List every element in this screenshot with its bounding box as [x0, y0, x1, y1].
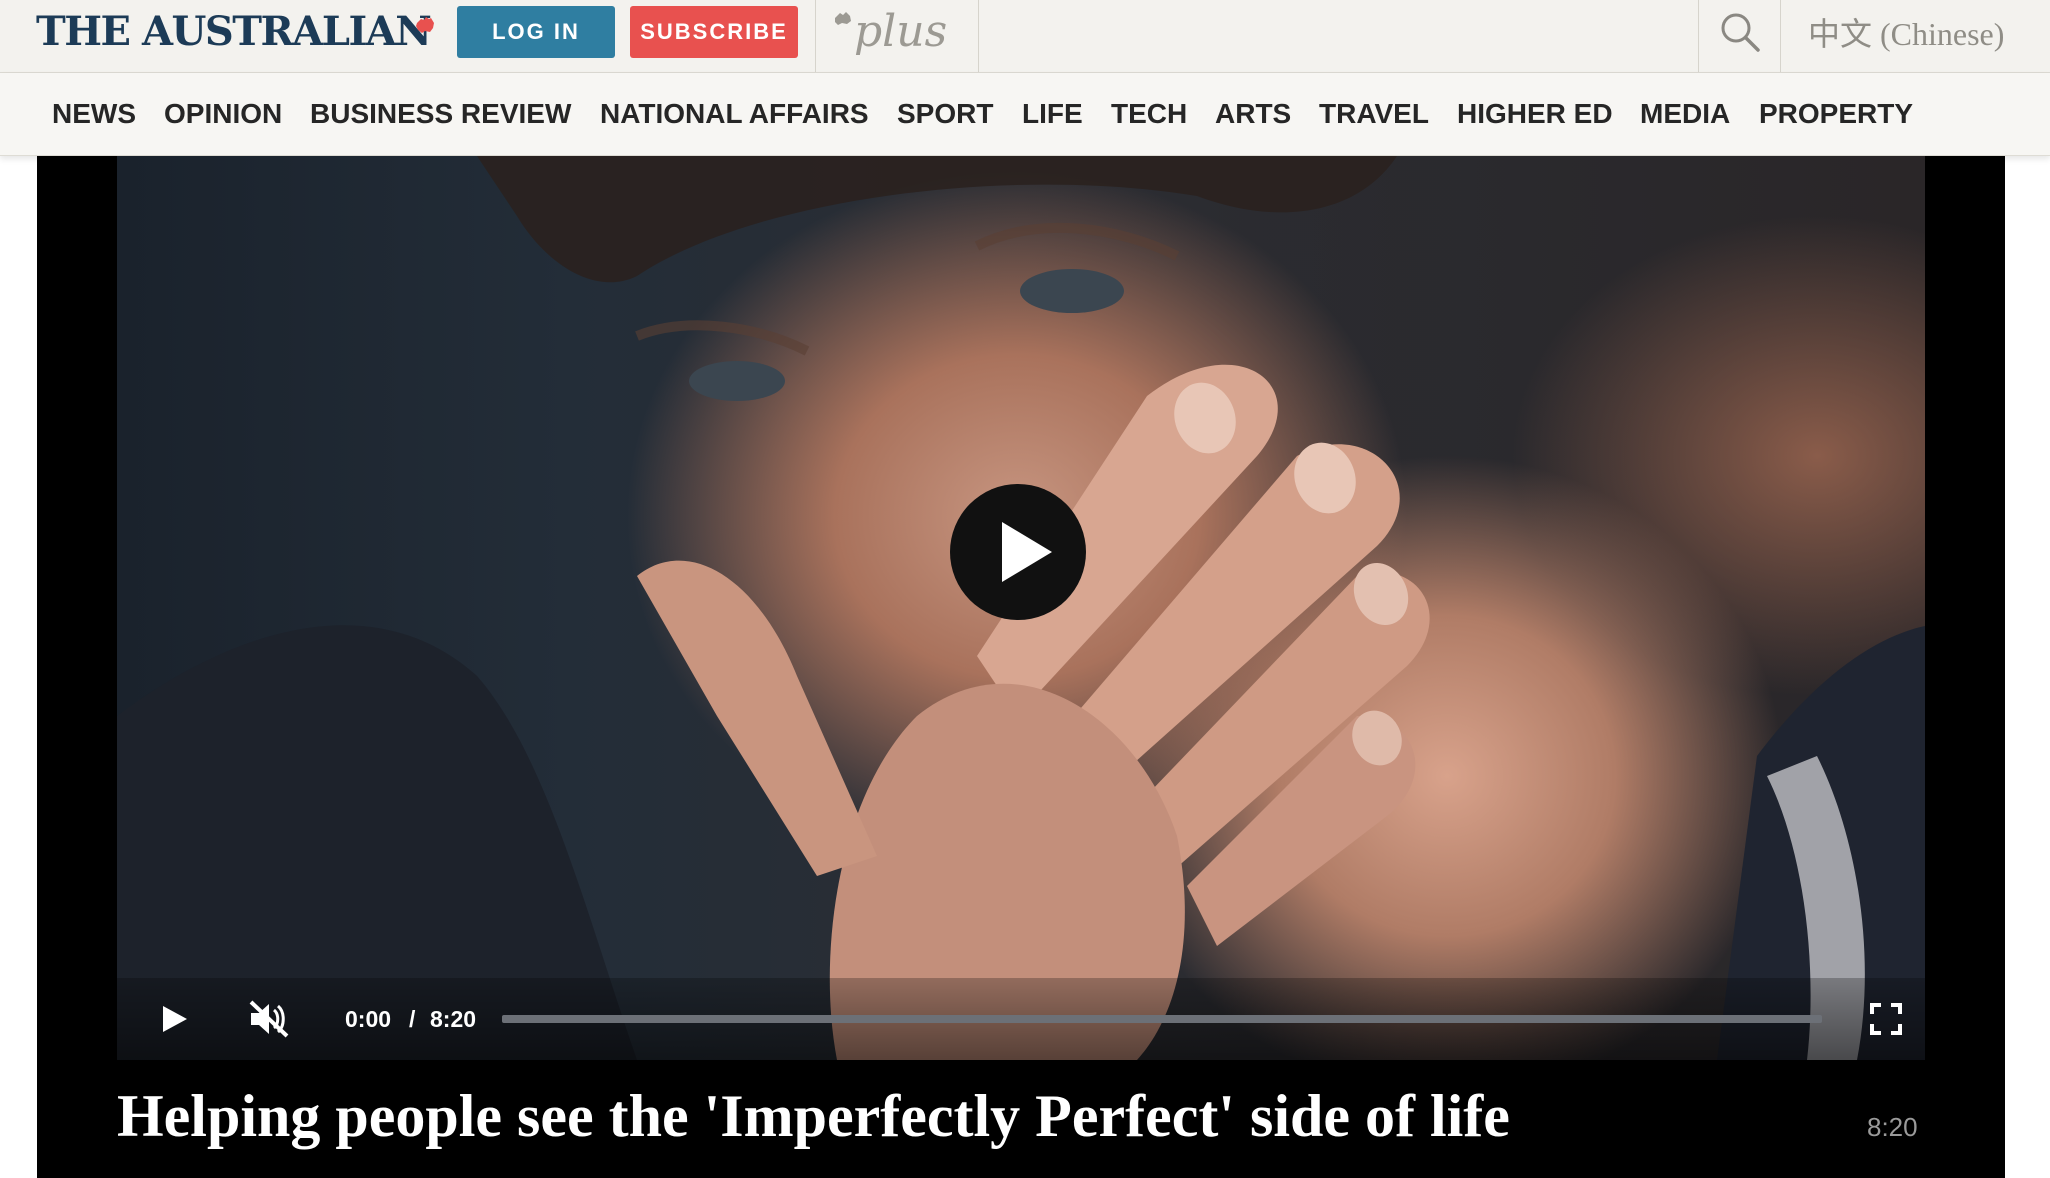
- divider: [1780, 0, 1781, 72]
- nav-item-life[interactable]: LIFE: [1022, 73, 1083, 155]
- australia-map-icon: [416, 17, 434, 33]
- nav-item-higher-ed[interactable]: HIGHER ED: [1457, 73, 1613, 155]
- nav-item-news[interactable]: NEWS: [52, 73, 136, 155]
- top-bar: THE AUSTRALIAN LOG IN SUBSCRIBE plus 中文 …: [0, 0, 2050, 73]
- main-nav: NEWS OPINION BUSINESS REVIEW NATIONAL AF…: [0, 73, 2050, 156]
- divider: [815, 0, 816, 72]
- video-player[interactable]: 0:00 / 8:20: [117, 156, 1925, 1060]
- nav-item-business-review[interactable]: BUSINESS REVIEW: [310, 73, 571, 155]
- divider: [1698, 0, 1699, 72]
- video-controls: 0:00 / 8:20: [117, 978, 1925, 1060]
- total-duration: 8:20: [430, 1006, 477, 1032]
- nav-item-property[interactable]: PROPERTY: [1759, 73, 1913, 155]
- nav-item-opinion[interactable]: OPINION: [164, 73, 282, 155]
- plus-label: plus: [854, 6, 948, 57]
- plus-link[interactable]: plus: [832, 0, 962, 72]
- subscribe-button[interactable]: SUBSCRIBE: [630, 6, 798, 58]
- language-switch[interactable]: 中文 (Chinese): [1808, 10, 2004, 58]
- site-logo[interactable]: THE AUSTRALIAN: [36, 8, 432, 56]
- progress-bar[interactable]: [502, 1015, 1822, 1023]
- big-play-button[interactable]: [950, 484, 1086, 620]
- current-time: 0:00: [345, 1006, 392, 1032]
- divider: [978, 0, 979, 72]
- muted-speaker-icon[interactable]: [247, 998, 291, 1040]
- login-button[interactable]: LOG IN: [457, 6, 615, 58]
- play-icon[interactable]: [157, 1002, 191, 1036]
- search-icon[interactable]: [1716, 8, 1764, 56]
- nav-item-media[interactable]: MEDIA: [1640, 73, 1730, 155]
- nav-item-travel[interactable]: TRAVEL: [1319, 73, 1429, 155]
- nav-item-national-affairs[interactable]: NATIONAL AFFAIRS: [600, 73, 869, 155]
- video-title[interactable]: Helping people see the 'Imperfectly Perf…: [117, 1081, 1717, 1151]
- video-duration-badge: 8:20: [1867, 1112, 1918, 1142]
- video-section: 0:00 / 8:20 Helping people see the 'Impe…: [37, 156, 2005, 1178]
- nav-item-sport[interactable]: SPORT: [897, 73, 993, 155]
- time-separator: /: [409, 1006, 416, 1032]
- nav-item-arts[interactable]: ARTS: [1215, 73, 1291, 155]
- fullscreen-icon[interactable]: [1869, 1002, 1903, 1036]
- nav-item-tech[interactable]: TECH: [1111, 73, 1187, 155]
- play-icon: [1002, 522, 1052, 582]
